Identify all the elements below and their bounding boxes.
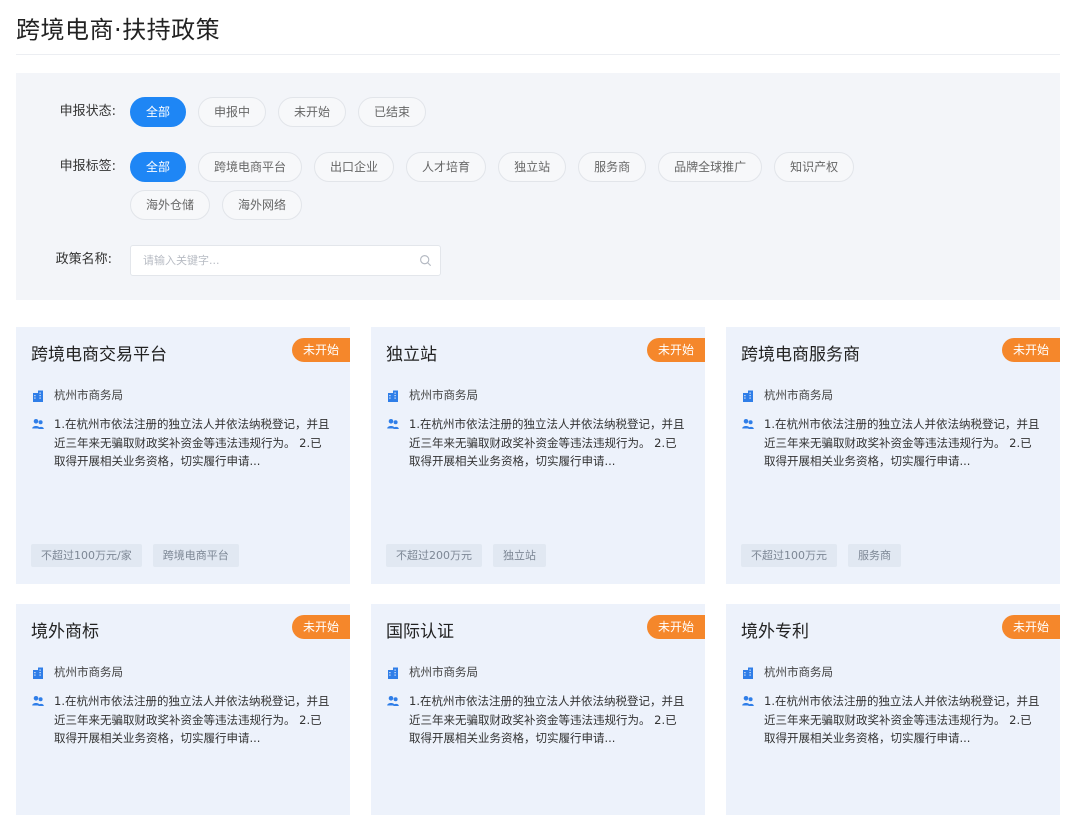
card-tag: 跨境电商平台 [152,544,239,567]
requirement-row: 1.在杭州市依法注册的独立法人并依法纳税登记，并且近三年来无骗取财政奖补资金等违… [387,415,687,471]
policy-card[interactable]: 独立站 未开始 杭州市商务局 1.在杭州市依法注册的独立法人并依法纳税登记，并且… [371,327,705,584]
status-badge: 未开始 [647,338,705,362]
building-icon [743,390,753,402]
building-icon [743,667,753,679]
agency-row: 杭州市商务局 [387,664,478,680]
agency-name: 杭州市商务局 [764,388,833,402]
title-divider [16,54,1060,55]
card-description: 1.在杭州市依法注册的独立法人并依法纳税登记，并且近三年来无骗取财政奖补资金等违… [764,694,1040,745]
tag-chip-overseas-warehouse[interactable]: 海外仓储 [130,190,211,220]
users-icon [742,696,754,706]
agency-row: 杭州市商务局 [387,387,478,403]
card-title[interactable]: 境外专利 [741,617,809,642]
card-description: 1.在杭州市依法注册的独立法人并依法纳税登记，并且近三年来无骗取财政奖补资金等违… [54,694,330,745]
tag-chip-talent-training[interactable]: 人才培育 [406,152,487,182]
policy-name-search-input[interactable] [131,246,401,275]
card-tag: 独立站 [493,544,546,567]
status-chip-all[interactable]: 全部 [130,97,187,127]
agency-name: 杭州市商务局 [54,665,123,679]
agency-row: 杭州市商务局 [742,387,833,403]
agency-name: 杭州市商务局 [764,665,833,679]
tag-chip-service-provider[interactable]: 服务商 [578,152,647,182]
tag-chips: 全部 跨境电商平台 出口企业 人才培育 独立站 服务商 品牌全球推广 知识产权 … [130,152,950,220]
card-tag: 不超过200万元 [386,544,482,567]
status-badge: 未开始 [647,615,705,639]
agency-name: 杭州市商务局 [54,388,123,402]
tag-chip-all[interactable]: 全部 [130,152,187,182]
card-description: 1.在杭州市依法注册的独立法人并依法纳税登记，并且近三年来无骗取财政奖补资金等违… [409,417,685,468]
tag-chip-overseas-network[interactable]: 海外网络 [222,190,303,220]
agency-row: 杭州市商务局 [32,664,123,680]
users-icon [32,419,44,429]
policy-card[interactable]: 境外商标 未开始 杭州市商务局 1.在杭州市依法注册的独立法人并依法纳税登记，并… [16,604,350,815]
status-badge: 未开始 [292,338,350,362]
policy-card[interactable]: 国际认证 未开始 杭州市商务局 1.在杭州市依法注册的独立法人并依法纳税登记，并… [371,604,705,815]
card-title[interactable]: 跨境电商服务商 [741,340,860,365]
users-icon [32,696,44,706]
card-title[interactable]: 跨境电商交易平台 [31,340,167,365]
building-icon [388,390,398,402]
search-box [130,245,441,276]
tag-chip-brand-promotion[interactable]: 品牌全球推广 [658,152,763,182]
card-description: 1.在杭州市依法注册的独立法人并依法纳税登记，并且近三年来无骗取财政奖补资金等违… [764,417,1040,468]
agency-name: 杭州市商务局 [409,388,478,402]
status-badge: 未开始 [1002,338,1060,362]
status-badge: 未开始 [1002,615,1060,639]
page-title: 跨境电商·扶持政策 [16,16,221,44]
name-filter-label: 政策名称: [55,252,112,267]
agency-row: 杭州市商务局 [32,387,123,403]
users-icon [387,419,399,429]
card-tag: 不超过100万元 [741,544,837,567]
status-chip-not-started[interactable]: 未开始 [278,97,347,127]
status-chips: 全部 申报中 未开始 已结束 [130,97,950,127]
card-description: 1.在杭州市依法注册的独立法人并依法纳税登记，并且近三年来无骗取财政奖补资金等违… [54,417,330,468]
tag-chip-cross-border-platform[interactable]: 跨境电商平台 [198,152,303,182]
requirement-row: 1.在杭州市依法注册的独立法人并依法纳税登记，并且近三年来无骗取财政奖补资金等违… [742,692,1042,748]
requirement-row: 1.在杭州市依法注册的独立法人并依法纳税登记，并且近三年来无骗取财政奖补资金等违… [32,415,332,471]
requirement-row: 1.在杭州市依法注册的独立法人并依法纳税登记，并且近三年来无骗取财政奖补资金等违… [742,415,1042,471]
agency-row: 杭州市商务局 [742,664,833,680]
filter-panel: 申报状态: 全部 申报中 未开始 已结束 申报标签: 全部 跨境电商平台 出口企… [16,73,1060,300]
card-tag: 不超过100万元/家 [31,544,142,567]
building-icon [33,667,43,679]
building-icon [388,667,398,679]
status-badge: 未开始 [292,615,350,639]
card-description: 1.在杭州市依法注册的独立法人并依法纳税登记，并且近三年来无骗取财政奖补资金等违… [409,694,685,745]
card-title[interactable]: 境外商标 [31,617,99,642]
requirement-row: 1.在杭州市依法注册的独立法人并依法纳税登记，并且近三年来无骗取财政奖补资金等违… [387,692,687,748]
tag-filter-row: 申报标签: 全部 跨境电商平台 出口企业 人才培育 独立站 服务商 品牌全球推广… [16,152,950,220]
card-title[interactable]: 独立站 [386,340,437,365]
card-tags: 不超过100万元 服务商 [741,544,912,567]
tag-chip-export-enterprise[interactable]: 出口企业 [314,152,395,182]
agency-name: 杭州市商务局 [409,665,478,679]
building-icon [33,390,43,402]
policy-card[interactable]: 跨境电商交易平台 未开始 杭州市商务局 1.在杭州市依法注册的独立法人并依法纳税… [16,327,350,584]
status-filter-row: 申报状态: 全部 申报中 未开始 已结束 [16,97,950,127]
users-icon [387,696,399,706]
status-chip-applying[interactable]: 申报中 [198,97,267,127]
tag-filter-label: 申报标签: [59,159,116,174]
card-tag: 服务商 [848,544,901,567]
users-icon [742,419,754,429]
card-tags: 不超过100万元/家 跨境电商平台 [31,544,250,567]
tag-chip-intellectual-property[interactable]: 知识产权 [774,152,855,182]
requirement-row: 1.在杭州市依法注册的独立法人并依法纳税登记，并且近三年来无骗取财政奖补资金等违… [32,692,332,748]
policy-card[interactable]: 跨境电商服务商 未开始 杭州市商务局 1.在杭州市依法注册的独立法人并依法纳税登… [726,327,1060,584]
search-icon[interactable] [419,254,432,267]
tag-chip-independent-site[interactable]: 独立站 [498,152,567,182]
status-chip-ended[interactable]: 已结束 [358,97,427,127]
policy-card[interactable]: 境外专利 未开始 杭州市商务局 1.在杭州市依法注册的独立法人并依法纳税登记，并… [726,604,1060,815]
card-title[interactable]: 国际认证 [386,617,454,642]
card-tags: 不超过200万元 独立站 [386,544,557,567]
name-filter-row: 政策名称: [16,245,441,276]
status-filter-label: 申报状态: [59,104,116,119]
